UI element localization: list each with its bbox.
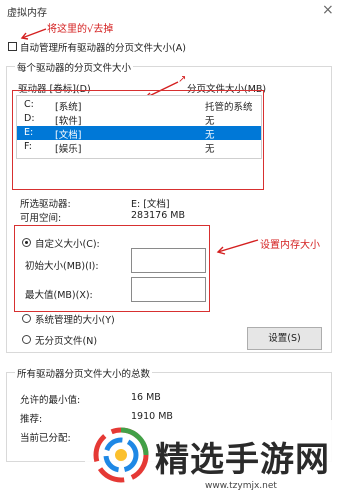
current-label: 当前已分配: (20, 433, 71, 444)
recommended-label: 推荐: (20, 414, 43, 425)
annotation-set-memory: 设置内存大小 (260, 240, 320, 251)
watermark-url: www.tzymjx.net (205, 481, 277, 491)
annotation-list-highlight (12, 90, 264, 190)
max-size-label: 最大值(MB)(X): (25, 290, 93, 301)
system-managed-radio[interactable] (22, 314, 31, 323)
free-space-label: 可用空间: (20, 213, 62, 224)
custom-size-label[interactable]: 自定义大小(C): (35, 236, 100, 250)
selected-drive-value: E: [文档] (131, 199, 170, 210)
drives-group-title: 每个驱动器的分页文件大小 (15, 60, 134, 74)
selected-drive-label: 所选驱动器: (20, 199, 71, 210)
max-size-input[interactable] (131, 277, 206, 302)
no-paging-radio[interactable] (22, 335, 31, 344)
watermark-brand: 精选手游网 (155, 440, 330, 480)
system-managed-label[interactable]: 系统管理的大小(Y) (35, 312, 115, 326)
initial-size-input[interactable] (131, 248, 206, 273)
total-group-title: 所有驱动器分页文件大小的总数 (15, 366, 153, 380)
no-paging-label[interactable]: 无分页文件(N) (35, 333, 97, 347)
custom-size-radio[interactable] (22, 238, 31, 247)
free-space-value: 283176 MB (131, 210, 185, 221)
brand-logo (93, 427, 149, 483)
initial-size-label: 初始大小(MB)(I): (25, 261, 99, 272)
min-value: 16 MB (131, 392, 161, 403)
set-button[interactable]: 设置(S) (247, 327, 322, 350)
min-label: 允许的最小值: (20, 395, 81, 406)
